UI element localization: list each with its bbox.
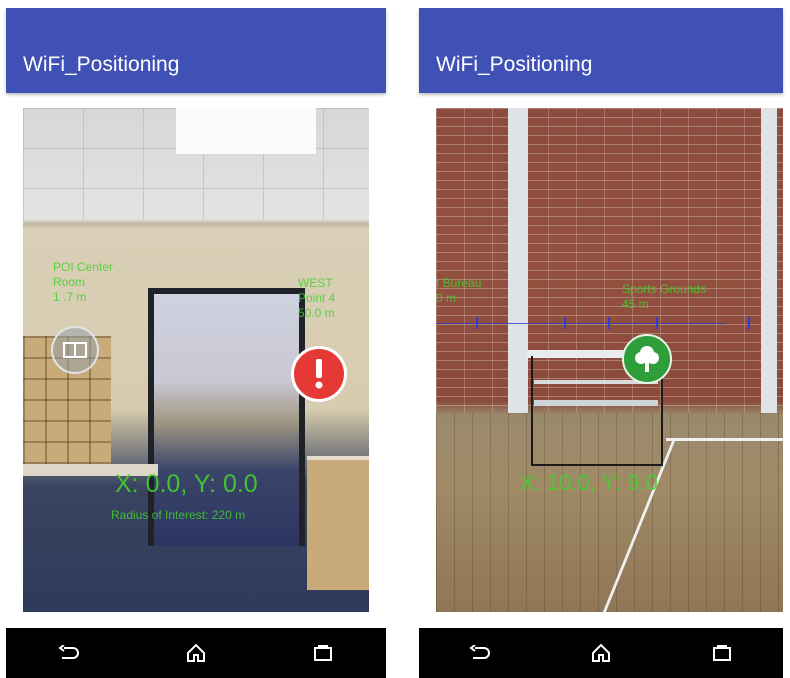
ar-marker: [564, 317, 566, 329]
camera-view[interactable]: POI Center Room 1 .7 m WEST Point 4 50.0…: [23, 108, 369, 612]
book-poi-icon[interactable]: [51, 326, 99, 374]
camera-view[interactable]: t Bureau 0 m Sports Grounds 45 m X: 10.0…: [436, 108, 783, 612]
home-button[interactable]: [176, 633, 216, 673]
coordinates-readout: X: 0.0, Y: 0.0: [115, 470, 258, 498]
poi-label-line: WEST: [298, 276, 333, 290]
poi-label-line: Sports Grounds: [622, 282, 707, 296]
poi-label-line: t Bureau: [436, 276, 482, 290]
recents-button[interactable]: [702, 633, 742, 673]
right-phone-screen: WiFi_Positioning t Bureau 0 m Sports Gro…: [419, 8, 783, 678]
ar-horizon-line: [436, 323, 726, 324]
coordinates-readout: X: 10.0, Y: 9.0: [520, 470, 658, 495]
back-icon: [468, 645, 490, 659]
poi-label-right[interactable]: Sports Grounds 45 m: [622, 282, 706, 312]
back-icon: [58, 645, 80, 659]
ar-marker: [656, 317, 658, 329]
poi-label-left[interactable]: t Bureau 0 m: [436, 276, 481, 306]
ar-marker: [748, 317, 750, 329]
poi-label-line: 45 m: [622, 297, 649, 311]
app-title: WiFi_Positioning: [436, 53, 593, 76]
left-phone-screen: WiFi_Positioning POI Center Room 1 .7 m …: [6, 8, 386, 678]
recents-icon: [313, 645, 332, 661]
ceiling-light: [176, 108, 316, 154]
recents-button[interactable]: [303, 633, 343, 673]
ar-marker: [476, 317, 478, 329]
poi-label-line: Point 4: [298, 291, 336, 305]
poi-label-line: 50.0 m: [298, 306, 335, 320]
home-button[interactable]: [581, 633, 621, 673]
app-title: WiFi_Positioning: [23, 53, 180, 76]
poi-label-left[interactable]: POI Center Room 1 .7 m: [53, 260, 113, 305]
poi-label-line: 1 .7 m: [53, 290, 87, 304]
pillar: [761, 108, 777, 413]
app-bar: WiFi_Positioning: [419, 8, 783, 93]
book-icon: [63, 342, 87, 358]
app-bar: WiFi_Positioning: [6, 8, 386, 93]
poi-label-line: POI Center: [53, 260, 114, 274]
home-icon: [591, 643, 610, 662]
park-poi-icon[interactable]: [622, 334, 672, 384]
recents-icon: [713, 645, 732, 661]
drawer-unit: [307, 460, 369, 590]
pillar: [508, 108, 528, 413]
exclamation-icon: [315, 359, 323, 389]
back-button[interactable]: [460, 633, 500, 673]
tree-icon: [635, 346, 659, 372]
poi-label-line: Room: [53, 275, 86, 289]
court-line: [666, 438, 783, 441]
poi-label-line: 0 m: [436, 291, 457, 305]
nav-bar: [419, 628, 783, 678]
ar-marker: [608, 317, 610, 329]
alert-poi-icon[interactable]: [291, 346, 347, 402]
radius-of-interest: Radius of Interest: 220 m: [111, 508, 246, 522]
home-icon: [186, 643, 205, 662]
back-button[interactable]: [49, 633, 89, 673]
nav-bar: [6, 628, 386, 678]
poi-label-right[interactable]: WEST Point 4 50.0 m: [298, 276, 335, 321]
